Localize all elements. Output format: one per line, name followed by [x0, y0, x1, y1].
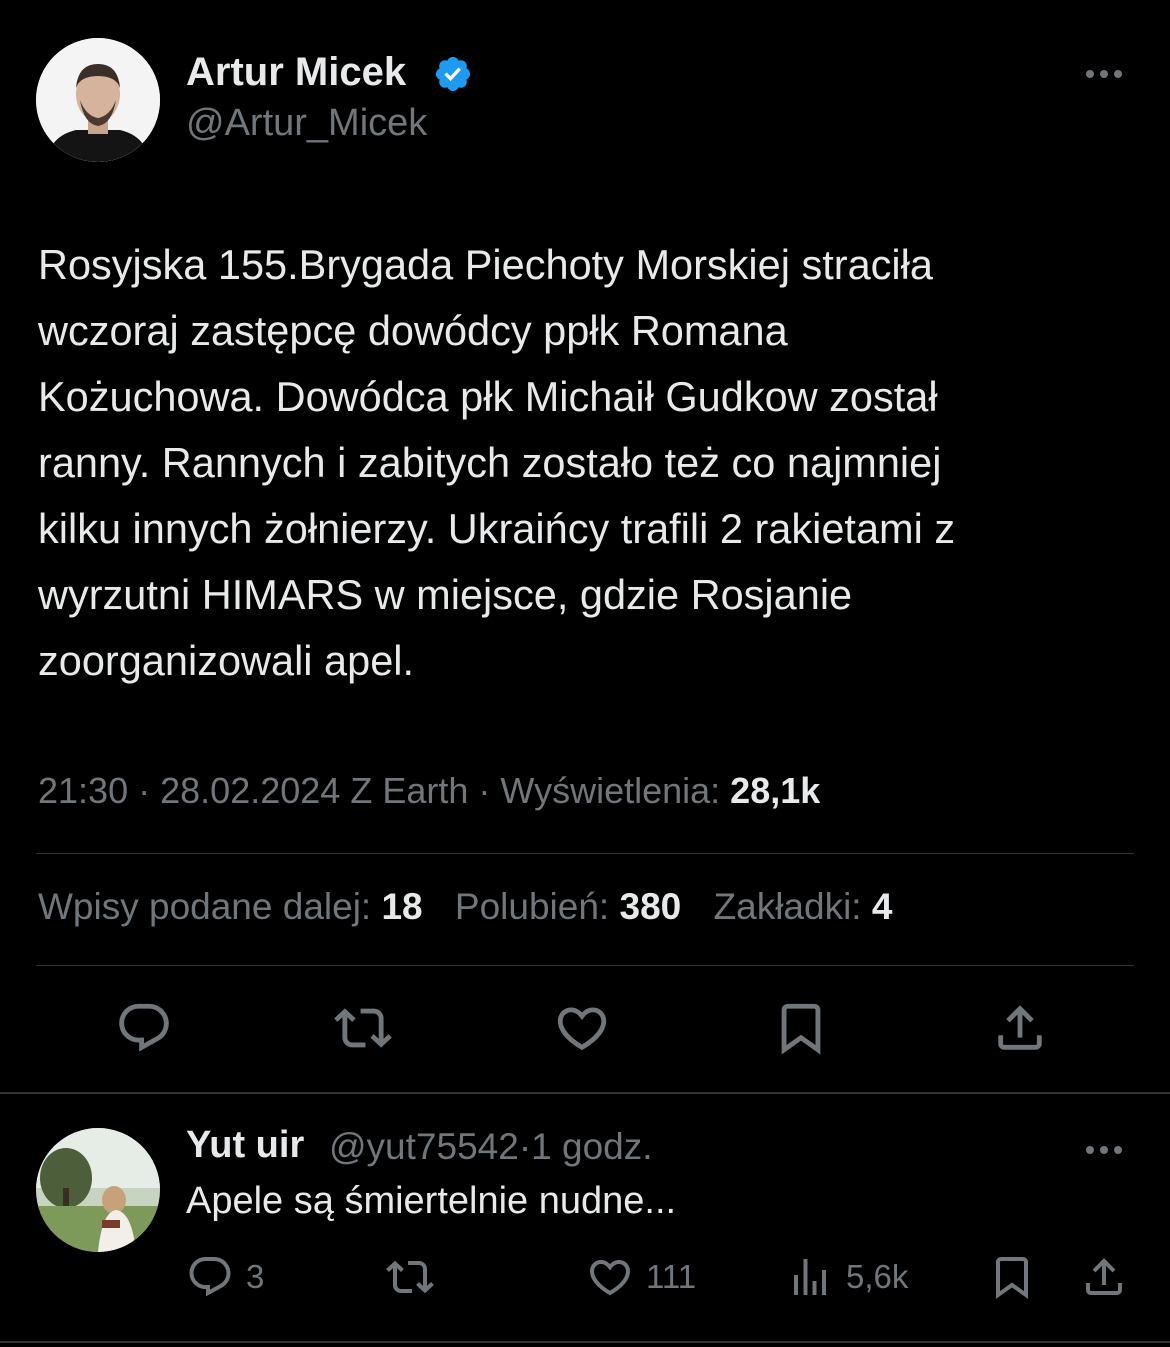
- reply-repost-button[interactable]: [386, 1252, 446, 1302]
- reply-share-button[interactable]: [1080, 1252, 1128, 1302]
- divider: [36, 853, 1134, 854]
- more-options-icon[interactable]: [1086, 1144, 1130, 1156]
- heart-icon: [589, 1260, 631, 1296]
- share-icon: [998, 1005, 1042, 1050]
- reply-avatar[interactable]: [36, 1128, 160, 1252]
- repost-icon: [334, 1008, 392, 1048]
- reply-count: 3: [246, 1258, 265, 1295]
- reposts-stat[interactable]: Wpisy podane dalej: 18: [38, 886, 423, 927]
- share-icon: [1086, 1258, 1122, 1295]
- likes-count: 380: [619, 886, 682, 927]
- reply-author-name[interactable]: Yut uir: [186, 1124, 304, 1167]
- bookmark-icon: [996, 1257, 1028, 1299]
- meta-separator: ·: [138, 770, 151, 811]
- bookmarks-stat[interactable]: Zakładki: 4: [714, 886, 893, 927]
- engagement-stats: Wpisy podane dalej: 18 Polubień: 380 Zak…: [38, 886, 892, 928]
- verified-badge-icon: [433, 54, 473, 94]
- author-name[interactable]: Artur Micek: [186, 50, 406, 95]
- reply-views-button[interactable]: 5,6k: [786, 1252, 908, 1302]
- tweet-text: Rosyjska 155.Brygada Piechoty Morskiej s…: [38, 241, 956, 684]
- reply-author-handle[interactable]: @yut75542: [329, 1126, 519, 1167]
- analytics-icon: [794, 1259, 826, 1295]
- repost-icon: [386, 1260, 434, 1294]
- share-button[interactable]: [988, 996, 1052, 1060]
- bookmarks-count: 4: [871, 886, 893, 927]
- reposts-label: Wpisy podane dalej:: [38, 886, 372, 927]
- reply-text: Apele są śmiertelnie nudne...: [186, 1180, 677, 1222]
- author-avatar[interactable]: [36, 38, 160, 162]
- tweet-date[interactable]: 28.02.2024: [160, 770, 340, 811]
- reply-icon: [189, 1257, 231, 1297]
- tweet-time[interactable]: 21:30: [38, 770, 128, 811]
- reply-bookmark-button[interactable]: [988, 1252, 1036, 1302]
- reply-reply-button[interactable]: 3: [186, 1252, 264, 1302]
- bookmark-button[interactable]: [769, 996, 833, 1060]
- views-label: Wyświetlenia:: [500, 770, 721, 811]
- likes-stat[interactable]: Polubień: 380: [455, 886, 681, 927]
- tweet-meta: 21:30 · 28.02.2024 Z Earth · Wyświetleni…: [38, 770, 820, 812]
- meta-separator: ·: [478, 770, 491, 811]
- divider: [0, 1341, 1170, 1343]
- reply-time[interactable]: 1 godz.: [531, 1126, 652, 1167]
- reply-meta: @yut75542·1 godz.: [329, 1126, 653, 1168]
- more-options-icon[interactable]: [1086, 68, 1130, 80]
- reply-icon: [119, 1003, 169, 1052]
- tweet-source: Z Earth: [350, 770, 469, 811]
- like-count: 111: [646, 1258, 697, 1295]
- bookmarks-label: Zakładki:: [713, 886, 862, 927]
- repost-button[interactable]: [331, 996, 395, 1060]
- bookmark-icon: [781, 1003, 821, 1055]
- reposts-count: 18: [381, 886, 423, 927]
- reply-like-button[interactable]: 111: [586, 1252, 696, 1302]
- heart-icon: [557, 1007, 607, 1051]
- reply-button[interactable]: [112, 996, 176, 1060]
- divider: [0, 1092, 1170, 1094]
- views-count: 28,1k: [730, 770, 821, 811]
- author-handle[interactable]: @Artur_Micek: [186, 102, 427, 145]
- views-count: 5,6k: [846, 1258, 909, 1295]
- like-button[interactable]: [550, 996, 614, 1060]
- meta-separator: ·: [518, 1126, 532, 1167]
- divider: [36, 965, 1134, 966]
- likes-label: Polubień:: [454, 886, 610, 927]
